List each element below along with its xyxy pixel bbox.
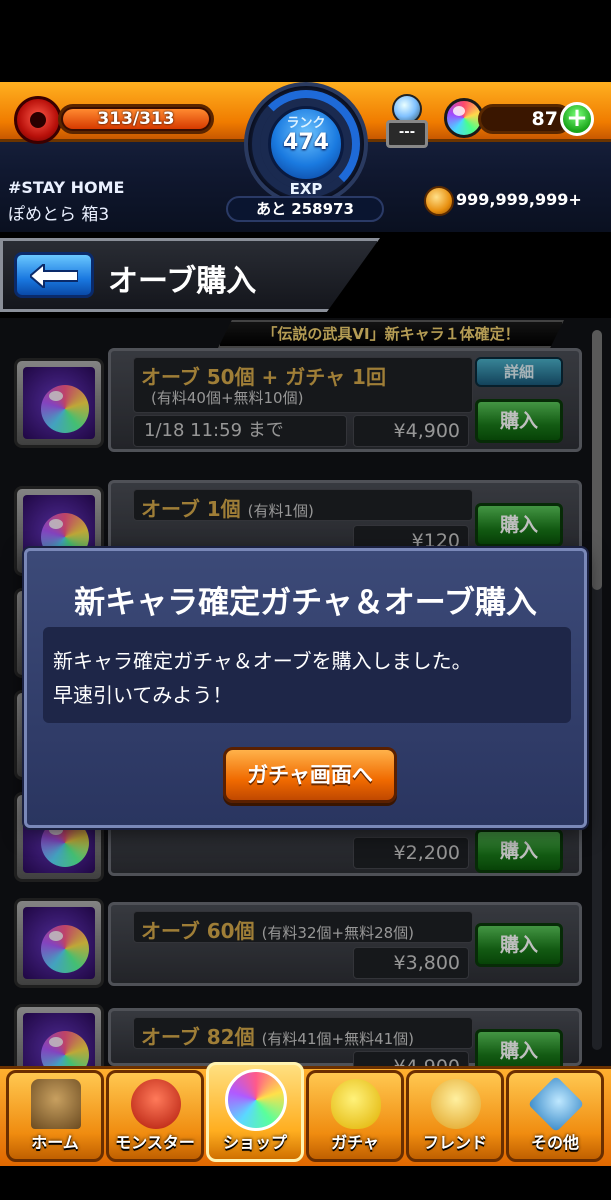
home-icon [31, 1079, 81, 1129]
dialog-title: 新キャラ確定ガチャ＆オーブ購入 [74, 585, 537, 621]
gacha-machine-icon[interactable]: --- [384, 92, 430, 150]
page-title: オーブ購入 [108, 264, 257, 299]
stamina-icon [14, 96, 62, 144]
nav-label: ガチャ [331, 1133, 379, 1152]
monster-icon [131, 1079, 181, 1129]
coin-icon [424, 186, 454, 216]
nav-friend[interactable]: フレンド [406, 1070, 504, 1162]
nav-monster[interactable]: モンスター [106, 1070, 204, 1162]
stamina-value: 313/313 [97, 109, 175, 129]
orb-icon [225, 1069, 287, 1131]
nav-label: その他 [530, 1133, 579, 1152]
system-nav-area [0, 1166, 611, 1200]
nav-label: フレンド [422, 1133, 487, 1152]
user-tag: #STAY HOME [8, 178, 125, 197]
dialog-message-line-2: 早速引いてみよう！ [53, 683, 233, 707]
friends-icon [431, 1079, 481, 1129]
other-icon [527, 1075, 585, 1133]
nav-label: ショップ [222, 1133, 287, 1152]
go-to-gacha-button[interactable]: ガチャ画面へ [223, 747, 397, 803]
nav-label: モンスター [115, 1133, 195, 1152]
add-orbs-button[interactable]: + [560, 102, 594, 136]
dialog-message-box: 新キャラ確定ガチャ＆オーブを購入しました。 早速引いてみよう！ [43, 627, 571, 723]
user-name: ぽめとら 箱3 [8, 205, 110, 225]
orb-count: 87 [531, 108, 558, 130]
nav-label: ホーム [31, 1133, 79, 1152]
rank-value: 474 [283, 130, 329, 155]
nav-other[interactable]: その他 [506, 1070, 604, 1162]
nav-shop[interactable]: ショップ [206, 1062, 304, 1162]
coin-value: 999,999,999+ [456, 190, 582, 209]
purchase-complete-dialog: 新キャラ確定ガチャ＆オーブ購入 新キャラ確定ガチャ＆オーブを購入しました。 早速… [24, 548, 587, 828]
egg-icon [331, 1079, 381, 1129]
rank-label: ランク [286, 116, 326, 131]
dialog-message-line-1: 新キャラ確定ガチャ＆オーブを購入しました。 [53, 649, 472, 673]
exp-remaining: あと 258973 [256, 200, 354, 218]
back-arrow-icon [30, 264, 78, 288]
nav-gacha[interactable]: ガチャ [306, 1070, 404, 1162]
gacha-counter-box: --- [386, 120, 428, 148]
status-bar [0, 0, 611, 82]
gacha-counter: --- [398, 125, 416, 140]
nav-home[interactable]: ホーム [6, 1070, 104, 1162]
